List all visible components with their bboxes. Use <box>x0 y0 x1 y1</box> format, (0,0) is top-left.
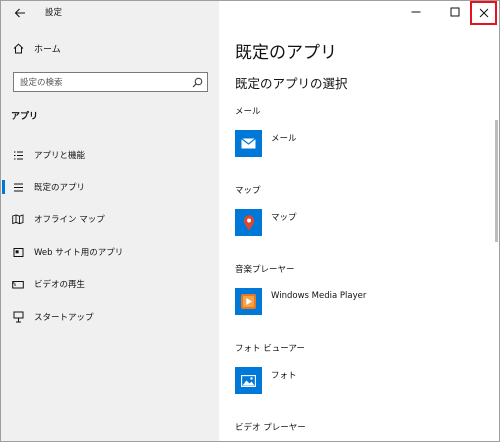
app-name: Windows Media Player <box>271 290 367 301</box>
selected-indicator <box>2 180 5 194</box>
default-music-app-button[interactable]: Windows Media Player <box>235 288 366 315</box>
settings-window: 設定 ホーム 設定の検索 アプリ アプリと機能 既定のアプリ オフライン マップ… <box>0 0 500 442</box>
sidebar-item-startup[interactable]: スタートアップ <box>1 306 219 328</box>
sidebar-item-apps-features[interactable]: アプリと機能 <box>1 144 219 166</box>
section-title: アプリ <box>11 112 39 122</box>
sidebar-item-label: アプリと機能 <box>34 151 86 161</box>
startup-icon <box>12 311 24 323</box>
sidebar-item-label: ビデオの再生 <box>34 280 86 290</box>
sidebar-item-default-apps[interactable]: 既定のアプリ <box>1 176 219 198</box>
default-mail-app-button[interactable]: メール <box>235 130 297 157</box>
category-label-maps: マップ <box>235 186 261 196</box>
default-apps-icon <box>12 181 24 193</box>
close-button[interactable] <box>470 1 497 25</box>
category-label-music-player: 音楽プレーヤー <box>235 265 295 275</box>
main-content: 既定のアプリ 既定のアプリの選択 メール メール マップ マップ 音楽プレーヤー <box>219 1 499 441</box>
search-icon <box>192 77 202 87</box>
scrollbar[interactable] <box>495 120 498 242</box>
mail-icon <box>235 130 262 157</box>
search-placeholder: 設定の検索 <box>20 78 63 88</box>
app-name: マップ <box>271 212 297 223</box>
category-label-video-player: ビデオ プレーヤー <box>235 423 306 433</box>
media-player-icon <box>235 288 262 315</box>
app-name: メール <box>271 133 297 144</box>
default-maps-app-button[interactable]: マップ <box>235 209 297 236</box>
sidebar-item-label: Web サイト用のアプリ <box>34 248 124 258</box>
app-name: フォト <box>271 370 297 381</box>
maximize-icon <box>450 7 460 17</box>
sidebar-item-label: 既定のアプリ <box>34 183 86 193</box>
list-icon <box>12 149 24 161</box>
minimize-icon <box>411 11 421 13</box>
sidebar-item-label: スタートアップ <box>34 313 94 323</box>
web-apps-icon <box>12 246 24 258</box>
section-subtitle: 既定のアプリの選択 <box>235 76 348 91</box>
default-photo-app-button[interactable]: フォト <box>235 367 297 394</box>
sidebar-item-web-apps[interactable]: Web サイト用のアプリ <box>1 241 219 263</box>
home-icon <box>13 43 24 54</box>
page-title: 既定のアプリ <box>235 43 337 63</box>
sidebar-item-label: オフライン マップ <box>34 215 105 225</box>
photos-icon <box>235 367 262 394</box>
maximize-button[interactable] <box>440 1 470 23</box>
category-label-mail: メール <box>235 107 261 117</box>
map-pin-icon <box>235 209 262 236</box>
back-arrow-icon <box>14 8 25 18</box>
home-label: ホーム <box>34 45 61 55</box>
video-icon <box>12 278 24 290</box>
back-button[interactable] <box>9 4 31 22</box>
window-title: 設定 <box>45 8 63 18</box>
close-icon <box>479 8 488 18</box>
sidebar-item-offline-maps[interactable]: オフライン マップ <box>1 208 219 230</box>
sidebar: 設定 ホーム 設定の検索 アプリ アプリと機能 既定のアプリ オフライン マップ… <box>1 1 219 441</box>
minimize-button[interactable] <box>401 1 431 23</box>
sidebar-item-video-playback[interactable]: ビデオの再生 <box>1 273 219 295</box>
search-button[interactable] <box>187 73 207 91</box>
category-label-photo-viewer: フォト ビューアー <box>235 344 305 354</box>
home-link[interactable]: ホーム <box>13 42 61 55</box>
search-input[interactable]: 設定の検索 <box>13 72 208 92</box>
offline-map-icon <box>12 213 24 225</box>
